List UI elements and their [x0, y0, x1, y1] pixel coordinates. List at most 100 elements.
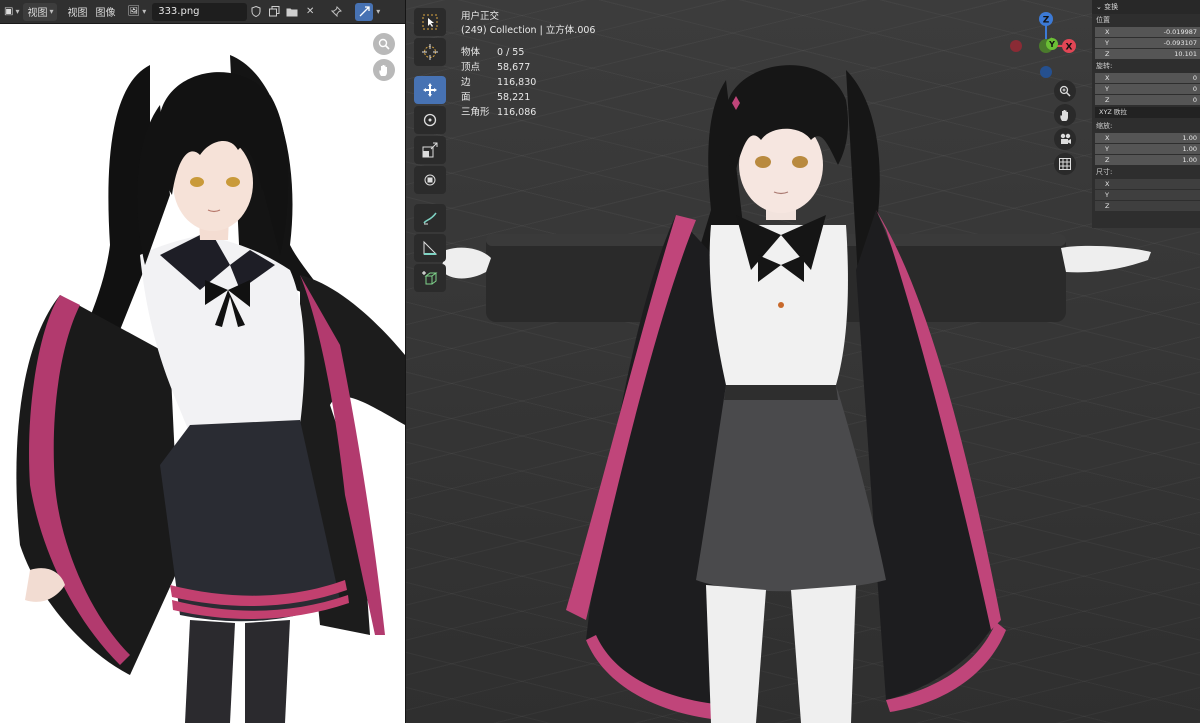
3d-viewport[interactable]: 用户正交 (249) Collection | 立方体.006 物体 0 / 55… — [406, 0, 1200, 723]
chevron-down-icon: ▾ — [15, 7, 20, 16]
axis-label: Y — [1105, 39, 1109, 47]
dimensions-y-field[interactable]: Y — [1095, 190, 1200, 200]
dimensions-label: 尺寸: — [1096, 168, 1113, 176]
scale-label: 缩放: — [1096, 122, 1113, 130]
scale-x-field[interactable]: X 1.00 — [1095, 133, 1200, 143]
axis-label: Z — [1105, 156, 1110, 164]
cursor-tool[interactable] — [414, 38, 446, 66]
axis-label: Z — [1105, 96, 1110, 104]
stat-value: 58,221 — [497, 92, 531, 103]
dimensions-z-field[interactable]: Z — [1095, 201, 1200, 211]
field-value: 1.00 — [1182, 156, 1197, 164]
rotate-tool[interactable] — [414, 106, 446, 134]
scale-z-field[interactable]: Z 1.00 — [1095, 155, 1200, 165]
stat-value: 58,677 — [497, 62, 531, 73]
rotation-z-field[interactable]: Z0 — [1095, 95, 1200, 105]
image-editor-header: ▣ ▾ 视图 ▾ 视图 图像 🖼 ▾ 333.png ✕ ▾ — [0, 0, 405, 24]
transform-title: 变换 — [1104, 3, 1119, 11]
fake-user-shield-icon[interactable] — [247, 3, 265, 21]
location-x-field[interactable]: X -0.019987 — [1095, 27, 1200, 37]
camera-icon[interactable] — [1054, 128, 1076, 150]
axis-label: Z — [1105, 50, 1110, 58]
image-editor: ▣ ▾ 视图 ▾ 视图 图像 🖼 ▾ 333.png ✕ ▾ — [0, 0, 405, 723]
grid-ortho-icon[interactable] — [1054, 153, 1076, 175]
field-value: 1.00 — [1182, 134, 1197, 142]
scene-statistics: 物体 0 / 55 顶点 58,677 边 116,830 面 58,221 三角形 11… — [461, 46, 595, 120]
viewport-toolbar — [414, 8, 446, 294]
stat-label: 顶点 — [461, 62, 481, 73]
scale-tool[interactable] — [414, 136, 446, 164]
axis-label: Z — [1105, 202, 1110, 210]
field-value: 1.00 — [1182, 145, 1197, 153]
menu-image-label: 图像 — [95, 8, 116, 19]
collection-line: (249) Collection | 立方体.006 — [461, 25, 596, 36]
move-tool[interactable] — [414, 76, 446, 104]
browse-image-button[interactable]: 🖼 ▾ — [123, 3, 150, 21]
axis-label: X — [1105, 180, 1110, 188]
reference-character-image — [16, 55, 405, 723]
location-label: 位置 — [1096, 16, 1110, 24]
axis-label: X — [1105, 28, 1110, 36]
stat-value: 116,830 — [497, 77, 537, 88]
mode-view-label: 视图 — [27, 8, 48, 19]
field-value: -0.093107 — [1163, 39, 1197, 47]
stat-label: 物体 — [461, 47, 481, 58]
measure-tool[interactable] — [414, 234, 446, 262]
stat-label: 面 — [461, 92, 471, 103]
pin-icon[interactable] — [327, 3, 345, 21]
hand-pan-icon[interactable] — [1054, 104, 1076, 126]
view-mode-button[interactable] — [355, 2, 374, 21]
rotation-y-field[interactable]: Y0 — [1095, 84, 1200, 94]
field-value: 10.101 — [1174, 50, 1197, 58]
select-box-tool[interactable] — [414, 8, 446, 36]
gizmo-z-label: Z — [1043, 16, 1050, 26]
transform-panel-header[interactable]: ⌄ 变换 — [1092, 0, 1200, 14]
chevron-down-icon: ⌄ — [1096, 3, 1102, 11]
stat-label: 边 — [461, 77, 471, 88]
menu-image[interactable]: 图像 — [91, 3, 119, 21]
close-icon[interactable]: ✕ — [301, 3, 319, 21]
editor-type-dropdown[interactable]: ▣ ▾ — [0, 3, 23, 21]
axis-label: X — [1105, 74, 1110, 82]
image-icon: 🖼 — [127, 6, 141, 17]
gizmo-y-label: Y — [1048, 40, 1055, 49]
field-value: 0 — [1192, 74, 1197, 82]
chevron-down-icon: ▾ — [49, 7, 54, 16]
scale-y-field[interactable]: Y 1.00 — [1095, 144, 1200, 154]
stat-value: 116,086 — [497, 107, 537, 118]
field-value: -0.019987 — [1163, 28, 1197, 36]
chevron-down-icon[interactable]: ▾ — [376, 7, 380, 16]
open-folder-icon[interactable] — [283, 3, 301, 21]
duplicate-image-icon[interactable] — [265, 3, 283, 21]
editor-type-icon: ▣ — [4, 6, 14, 17]
menu-view-label: 视图 — [67, 8, 88, 19]
annotate-tool[interactable] — [414, 204, 446, 232]
axis-label: Y — [1105, 85, 1109, 93]
location-z-field[interactable]: Z 10.101 — [1095, 49, 1200, 59]
dimensions-x-field[interactable]: X — [1095, 179, 1200, 189]
mode-view-dropdown[interactable]: 视图 ▾ — [23, 2, 58, 21]
zoom-icon[interactable] — [1054, 80, 1076, 102]
transform-tool[interactable] — [414, 166, 446, 194]
location-y-field[interactable]: Y -0.093107 — [1095, 38, 1200, 48]
axis-label: Y — [1105, 145, 1109, 153]
view-name: 用户正交 — [461, 11, 500, 22]
image-name-text: 333.png — [158, 6, 200, 17]
image-canvas[interactable] — [0, 25, 405, 723]
chevron-down-icon: ▾ — [142, 7, 147, 16]
field-value: 0 — [1192, 85, 1197, 93]
navigation-gizmo[interactable]: Z Y X — [1006, 8, 1086, 80]
add-cube-tool[interactable] — [414, 264, 446, 292]
rotation-mode-value: XYZ 欧拉 — [1099, 108, 1127, 116]
menu-view[interactable]: 视图 — [63, 3, 91, 21]
stat-label: 三角形 — [461, 107, 490, 118]
zoom-icon[interactable] — [373, 33, 395, 55]
viewport-info-overlay: 用户正交 (249) Collection | 立方体.006 物体 0 / 55… — [461, 10, 595, 120]
rotation-x-field[interactable]: X0 — [1095, 73, 1200, 83]
image-name-field[interactable]: 333.png — [152, 2, 248, 21]
field-value: 0 — [1192, 96, 1197, 104]
axis-label: Y — [1105, 191, 1109, 199]
rotation-mode-dropdown[interactable]: XYZ 欧拉 — [1095, 107, 1200, 118]
hand-pan-icon[interactable] — [373, 59, 395, 81]
sidebar-transform-panel: ⌄ 变换 位置 X -0.019987 Y -0.093107 Z 10.101 旋转… — [1092, 0, 1200, 228]
